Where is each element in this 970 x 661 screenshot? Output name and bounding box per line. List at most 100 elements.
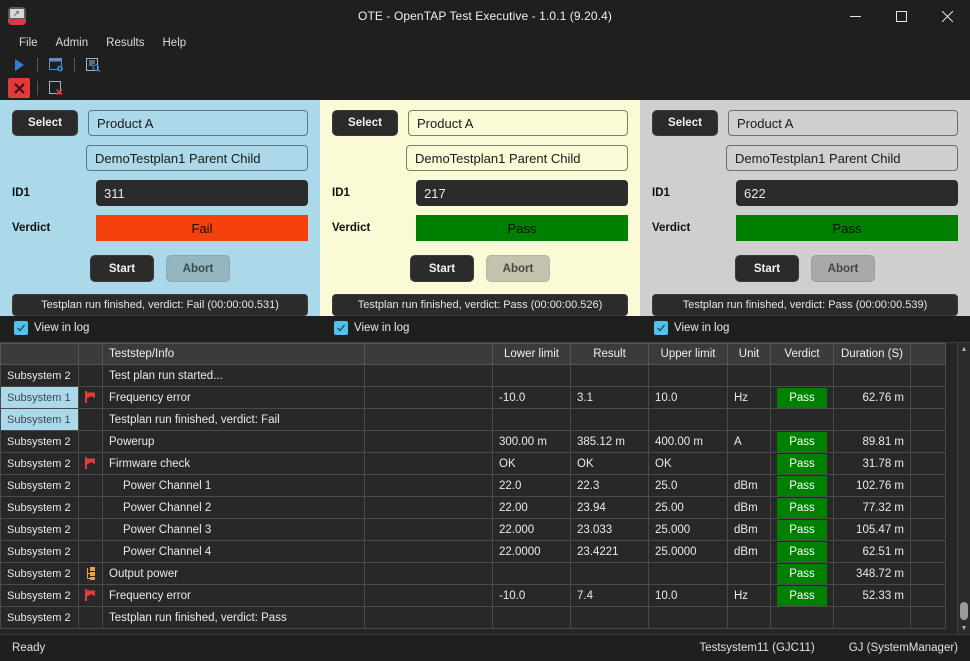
table-row[interactable]: Subsystem 2 Output power Pass 348.72 m <box>0 562 946 585</box>
panel-2-product-field[interactable]: Product A <box>408 110 628 136</box>
cell-duration: 62.76 m <box>833 386 911 409</box>
cell-duration: 52.33 m <box>833 584 911 607</box>
table-row[interactable]: Subsystem 2 Power Channel 3 22.000 23.033 25… <box>0 518 946 541</box>
panel-1-start-button[interactable]: Start <box>90 255 154 282</box>
panel-2-testplan-field[interactable]: DemoTestplan1 Parent Child <box>406 145 628 171</box>
results-table: Teststep/Info Lower limit Result Upper l… <box>0 343 946 629</box>
table-row[interactable]: Subsystem 2 Power Channel 2 22.00 23.94 25.0… <box>0 496 946 519</box>
table-row[interactable]: Subsystem 2 Frequency error -10.0 7.4 10.0 Hz… <box>0 584 946 607</box>
cell-teststep-name: Powerup <box>102 430 365 453</box>
status-user: GJ (SystemManager) <box>848 642 958 654</box>
table-row[interactable]: Subsystem 1 Testplan run finished, verdic… <box>0 408 946 431</box>
panel-1-select-button[interactable]: Select <box>12 110 78 136</box>
table-row[interactable]: Subsystem 2 Power Channel 4 22.0000 23.4221… <box>0 540 946 563</box>
run-icon[interactable] <box>8 55 30 75</box>
cell-subsystem: Subsystem 2 <box>0 474 79 497</box>
cell-verdict: Pass <box>770 584 834 607</box>
cell-result: 385.12 m <box>570 430 649 453</box>
col-duration[interactable]: Duration (S) <box>833 343 911 365</box>
table-row[interactable]: Subsystem 2 Test plan run started... <box>0 364 946 387</box>
test-panels: Select Product A DemoTestplan1 Parent Ch… <box>0 100 970 316</box>
cell-lower-limit <box>492 606 571 629</box>
cell-duration: 105.47 m <box>833 518 911 541</box>
col-lower-limit[interactable]: Lower limit <box>492 343 571 365</box>
cell-duration <box>833 606 911 629</box>
menu-item-admin[interactable]: Admin <box>47 35 98 51</box>
menu-item-help[interactable]: Help <box>154 35 196 51</box>
cell-result: 22.3 <box>570 474 649 497</box>
cell-upper-limit: OK <box>648 452 728 475</box>
panel-1-product-field[interactable]: Product A <box>88 110 308 136</box>
abort-all-icon[interactable] <box>8 78 30 98</box>
table-vertical-scrollbar[interactable]: ▲ ▼ <box>957 343 970 634</box>
maximize-button[interactable] <box>878 0 924 32</box>
clear-log-icon[interactable] <box>45 78 67 98</box>
panel-2: Select Product A DemoTestplan1 Parent Ch… <box>320 100 640 316</box>
cell-verdict: Pass <box>770 496 834 519</box>
col-unit[interactable]: Unit <box>727 343 771 365</box>
col-teststep-info[interactable]: Teststep/Info <box>102 343 365 365</box>
panel-1-abort-button[interactable]: Abort <box>166 255 230 282</box>
col-upper-limit[interactable]: Upper limit <box>648 343 728 365</box>
cell-upper-limit: 25.00 <box>648 496 728 519</box>
cell-duration: 31.78 m <box>833 452 911 475</box>
table-row[interactable]: Subsystem 1 Frequency error -10.0 3.1 10.0 Hz… <box>0 386 946 409</box>
view-in-log-2[interactable]: View in log <box>334 321 409 335</box>
cell-subsystem: Subsystem 2 <box>0 364 79 387</box>
view-results-icon[interactable] <box>82 55 104 75</box>
cell-result: OK <box>570 452 649 475</box>
cell-upper-limit <box>648 562 728 585</box>
checkbox-checked-icon[interactable] <box>654 321 668 335</box>
col-icon[interactable] <box>78 343 103 365</box>
panel-1-id-value[interactable]: 311 <box>96 180 308 206</box>
panel-1-testplan-field[interactable]: DemoTestplan1 Parent Child <box>86 145 308 171</box>
minimize-button[interactable] <box>832 0 878 32</box>
cell-result: 23.4221 <box>570 540 649 563</box>
panel-2-start-button[interactable]: Start <box>410 255 474 282</box>
close-button[interactable] <box>924 0 970 32</box>
panel-3-abort-button[interactable]: Abort <box>811 255 875 282</box>
cell-upper-limit: 10.0 <box>648 386 728 409</box>
panel-3-testplan-field[interactable]: DemoTestplan1 Parent Child <box>726 145 958 171</box>
panel-2-status: Testplan run finished, verdict: Pass (00… <box>332 294 628 316</box>
col-verdict[interactable]: Verdict <box>770 343 834 365</box>
checkbox-checked-icon[interactable] <box>334 321 348 335</box>
col-result[interactable]: Result <box>570 343 649 365</box>
cell-teststep-name: Power Channel 3 <box>102 518 365 541</box>
cell-teststep-name: Power Channel 4 <box>102 540 365 563</box>
panel-2-select-button[interactable]: Select <box>332 110 398 136</box>
panel-3: Select Product A DemoTestplan1 Parent Ch… <box>640 100 970 316</box>
panel-3-start-button[interactable]: Start <box>735 255 799 282</box>
table-row[interactable]: Subsystem 2 Power Channel 1 22.0 22.3 25.0 dB… <box>0 474 946 497</box>
menu-item-results[interactable]: Results <box>97 35 153 51</box>
cell-blank <box>364 452 493 475</box>
scrollbar-thumb[interactable] <box>960 602 968 620</box>
scroll-down-icon[interactable]: ▼ <box>958 622 970 634</box>
cell-verdict: Pass <box>770 518 834 541</box>
cell-trailing <box>910 540 946 563</box>
cell-unit: A <box>727 430 771 453</box>
panel-3-product-field[interactable]: Product A <box>728 110 958 136</box>
panel-2-abort-button[interactable]: Abort <box>486 255 550 282</box>
panel-3-id-value[interactable]: 622 <box>736 180 958 206</box>
view-in-log-3[interactable]: View in log <box>654 321 729 335</box>
scroll-up-icon[interactable]: ▲ <box>958 343 970 355</box>
panel-2-id-value[interactable]: 217 <box>416 180 628 206</box>
col-trailing[interactable] <box>910 343 946 365</box>
menu-bar: File Admin Results Help <box>0 32 970 54</box>
col-blank[interactable] <box>364 343 493 365</box>
cell-trailing <box>910 584 946 607</box>
cell-unit: dBm <box>727 540 771 563</box>
panel-3-select-button[interactable]: Select <box>652 110 718 136</box>
checkbox-checked-icon[interactable] <box>14 321 28 335</box>
col-subsystem[interactable] <box>0 343 79 365</box>
test-settings-icon[interactable] <box>45 55 67 75</box>
cell-upper-limit: 25.000 <box>648 518 728 541</box>
cell-icon-empty <box>78 518 103 541</box>
table-row[interactable]: Subsystem 2 Powerup 300.00 m 385.12 m 400.00… <box>0 430 946 453</box>
view-in-log-label-1: View in log <box>34 322 90 334</box>
view-in-log-1[interactable]: View in log <box>14 321 89 335</box>
menu-item-file[interactable]: File <box>10 35 47 51</box>
table-row[interactable]: Subsystem 2 Testplan run finished, verdic… <box>0 606 946 629</box>
table-row[interactable]: Subsystem 2 Firmware check OK OK OK Pass 31.78… <box>0 452 946 475</box>
